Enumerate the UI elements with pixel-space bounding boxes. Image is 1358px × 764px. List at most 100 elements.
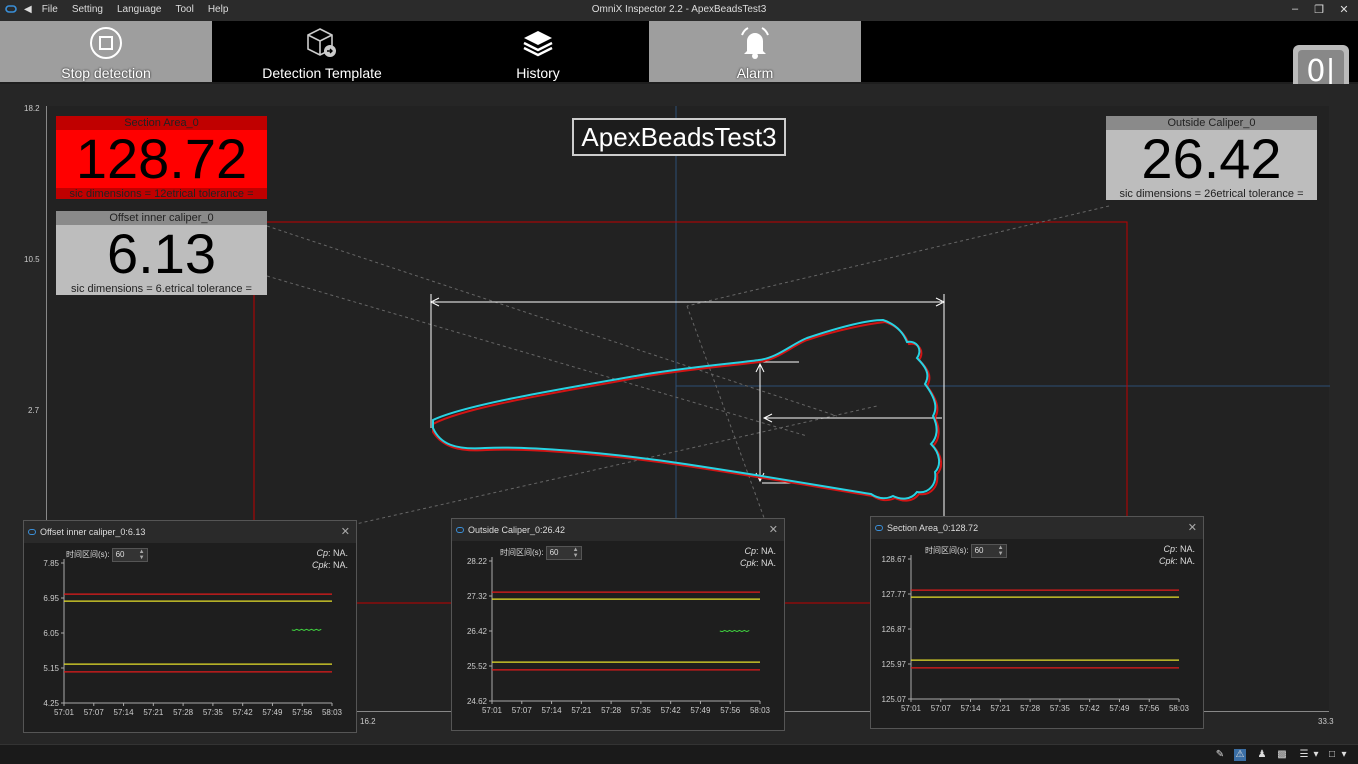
restore-icon[interactable]: ❐ <box>1309 3 1329 16</box>
x-tick-label: 57:35 <box>631 706 652 715</box>
menu-file[interactable]: File <box>42 4 58 15</box>
y-tick-label: 126.87 <box>882 625 907 634</box>
x-tick-label: 57:49 <box>1109 704 1130 713</box>
y-tick-label: 6.95 <box>43 594 59 603</box>
trend-chart: 28.22 27.32 26.42 25.52 24.6257:01 57:07 57:14… <box>452 519 786 732</box>
edit-icon[interactable]: ✎ <box>1214 749 1226 761</box>
terminal-icon[interactable]: ▩ <box>1276 749 1288 761</box>
y-tick-label: 25.52 <box>467 662 488 671</box>
measurement-series-line <box>292 629 321 630</box>
detection-template-label: Detection Template <box>216 65 428 81</box>
title-bar: ◀ File Setting Language Tool Help OmniX … <box>0 0 1358 21</box>
x-tick-label: 57:21 <box>990 704 1011 713</box>
readout-footer: sic dimensions = 12etrical tolerance = <box>56 188 267 199</box>
x-tick-label: 16.2 <box>360 717 376 726</box>
x-tick-label: 58:03 <box>322 708 343 717</box>
x-tick-label: 57:14 <box>114 708 135 717</box>
x-tick-label: 57:01 <box>54 708 75 717</box>
x-tick-label: 57:42 <box>1080 704 1101 713</box>
layers-icon <box>520 25 556 61</box>
offset-inner-caliper-readout[interactable]: Offset inner caliper_0 6.13 sic dimensio… <box>56 211 267 295</box>
chevron-down-icon[interactable]: ▾ <box>1338 749 1350 761</box>
x-tick-label: 57:42 <box>233 708 254 717</box>
trend-chart: 7.85 6.95 6.05 5.15 4.2557:01 57:07 57:14 57:21… <box>24 521 358 734</box>
menu-tool[interactable]: Tool <box>175 4 193 15</box>
y-tick-label: 125.97 <box>882 660 907 669</box>
x-tick-label: 57:07 <box>512 706 533 715</box>
x-tick-label: 57:49 <box>690 706 711 715</box>
x-tick-label: 33.3 <box>1318 717 1334 726</box>
x-tick-label: 57:21 <box>571 706 592 715</box>
trend-window-outside-caliper[interactable]: Outside Caliper_0:26.42 ✕ 时间区间(s): 60 ▲ ▼ Cp… <box>451 518 785 731</box>
menu-bar: ◀ File Setting Language Tool Help <box>24 4 242 15</box>
y-tick-label: 7.85 <box>43 559 59 568</box>
menu-setting[interactable]: Setting <box>72 4 103 15</box>
stop-detection-button[interactable]: Stop detection <box>0 21 212 82</box>
alarm-button[interactable]: Alarm <box>649 21 861 82</box>
x-tick-label: 57:14 <box>961 704 982 713</box>
x-tick-label: 57:28 <box>173 708 194 717</box>
close-icon[interactable]: ✕ <box>1334 3 1354 16</box>
alarm-bell-icon[interactable]: ⚠ <box>1234 749 1246 761</box>
project-title: ApexBeadsTest3 <box>572 118 786 156</box>
x-tick-label: 57:01 <box>901 704 922 713</box>
y-tick-label: 18.2 <box>24 104 40 113</box>
alarm-label: Alarm <box>649 65 861 81</box>
message-icon[interactable]: □ <box>1326 749 1338 761</box>
x-tick-label: 58:03 <box>750 706 771 715</box>
readout-value: 26.42 <box>1106 130 1317 188</box>
outside-caliper-readout[interactable]: Outside Caliper_0 26.42 sic dimensions =… <box>1106 116 1317 200</box>
section-area-readout[interactable]: Section Area_0 128.72 sic dimensions = 1… <box>56 116 267 199</box>
detection-template-button[interactable]: Detection Template <box>216 21 428 82</box>
y-tick-label: 125.07 <box>882 695 907 704</box>
back-arrow-icon[interactable]: ◀ <box>24 4 32 15</box>
user-icon[interactable]: ♟ <box>1256 749 1268 761</box>
minimize-icon[interactable]: – <box>1285 3 1305 15</box>
y-tick-label: 6.05 <box>43 629 59 638</box>
x-tick-label: 57:07 <box>931 704 952 713</box>
y-tick-label: 4.25 <box>43 699 59 708</box>
x-tick-label: 58:03 <box>1169 704 1190 713</box>
measurement-series-line <box>720 630 749 631</box>
chevron-down-icon[interactable]: ▾ <box>1310 749 1322 761</box>
x-tick-label: 57:56 <box>292 708 313 717</box>
list-icon[interactable]: ☰ <box>1298 749 1310 761</box>
readout-value: 6.13 <box>56 225 267 283</box>
readout-footer: sic dimensions = 6.etrical tolerance = <box>56 283 267 295</box>
x-tick-label: 57:42 <box>661 706 682 715</box>
main-toolbar: Stop detection Detection Template Histor… <box>0 21 1358 82</box>
x-tick-label: 57:56 <box>1139 704 1160 713</box>
y-tick-label: 26.42 <box>467 627 488 636</box>
x-tick-label: 57:49 <box>262 708 283 717</box>
x-tick-label: 57:01 <box>482 706 503 715</box>
y-tick-label: 5.15 <box>43 664 59 673</box>
readout-footer: sic dimensions = 26etrical tolerance = <box>1106 188 1317 200</box>
bell-icon <box>735 25 775 61</box>
history-label: History <box>432 65 644 81</box>
trend-chart: 128.67 127.77 126.87 125.97 125.0757:01 57:07… <box>871 517 1205 730</box>
x-tick-label: 57:14 <box>542 706 563 715</box>
stop-detection-label: Stop detection <box>0 65 212 81</box>
app-logo-icon <box>5 3 17 15</box>
x-tick-label: 57:56 <box>720 706 741 715</box>
x-tick-label: 57:07 <box>84 708 105 717</box>
menu-help[interactable]: Help <box>208 4 229 15</box>
trend-window-offset-inner-caliper[interactable]: Offset inner caliper_0:6.13 ✕ 时间区间(s): 60 ▲… <box>23 520 357 733</box>
menu-language[interactable]: Language <box>117 4 162 15</box>
x-tick-label: 57:35 <box>203 708 224 717</box>
readout-value: 128.72 <box>56 130 267 188</box>
template-icon <box>304 25 340 61</box>
y-tick-label: 127.77 <box>882 590 907 599</box>
status-bar: ✎ ⚠ ♟ ▩ ☰ ▾ □ ▾ <box>0 744 1358 764</box>
y-tick-label: 128.67 <box>882 555 907 564</box>
x-tick-label: 57:28 <box>1020 704 1041 713</box>
x-tick-label: 57:35 <box>1050 704 1071 713</box>
y-tick-label: 27.32 <box>467 592 488 601</box>
stop-icon <box>88 25 124 61</box>
x-tick-label: 57:28 <box>601 706 622 715</box>
y-tick-label: 28.22 <box>467 557 488 566</box>
history-button[interactable]: History <box>432 21 644 82</box>
y-tick-label: 24.62 <box>467 697 488 706</box>
y-tick-label: 2.7 <box>28 406 39 415</box>
trend-window-section-area[interactable]: Section Area_0:128.72 ✕ 时间区间(s): 60 ▲ ▼ Cp: … <box>870 516 1204 729</box>
